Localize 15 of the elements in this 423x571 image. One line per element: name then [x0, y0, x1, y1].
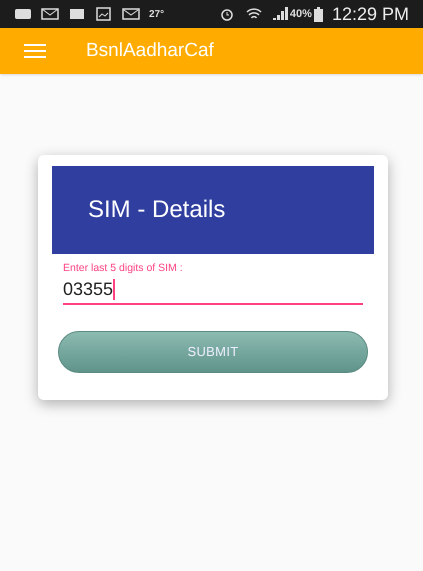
- clock: 12:29 PM: [332, 2, 409, 26]
- battery-level: 40%: [290, 6, 312, 22]
- card-title: SIM - Details: [88, 195, 226, 225]
- text-cursor: [113, 279, 116, 300]
- field-label: Enter last 5 digits of SIM :: [63, 261, 184, 276]
- sim-digits-field[interactable]: 03355: [63, 276, 363, 305]
- temperature: 27°: [149, 8, 164, 22]
- mail-icon: [41, 7, 59, 21]
- app-title: BsnlAadharCaf: [86, 38, 214, 63]
- signal-icon: [272, 7, 288, 21]
- menu-button[interactable]: [24, 44, 46, 58]
- wifi-icon: [244, 7, 263, 21]
- battery-icon: [314, 6, 323, 22]
- image-icon: [95, 7, 113, 21]
- gmail-icon: [122, 7, 140, 21]
